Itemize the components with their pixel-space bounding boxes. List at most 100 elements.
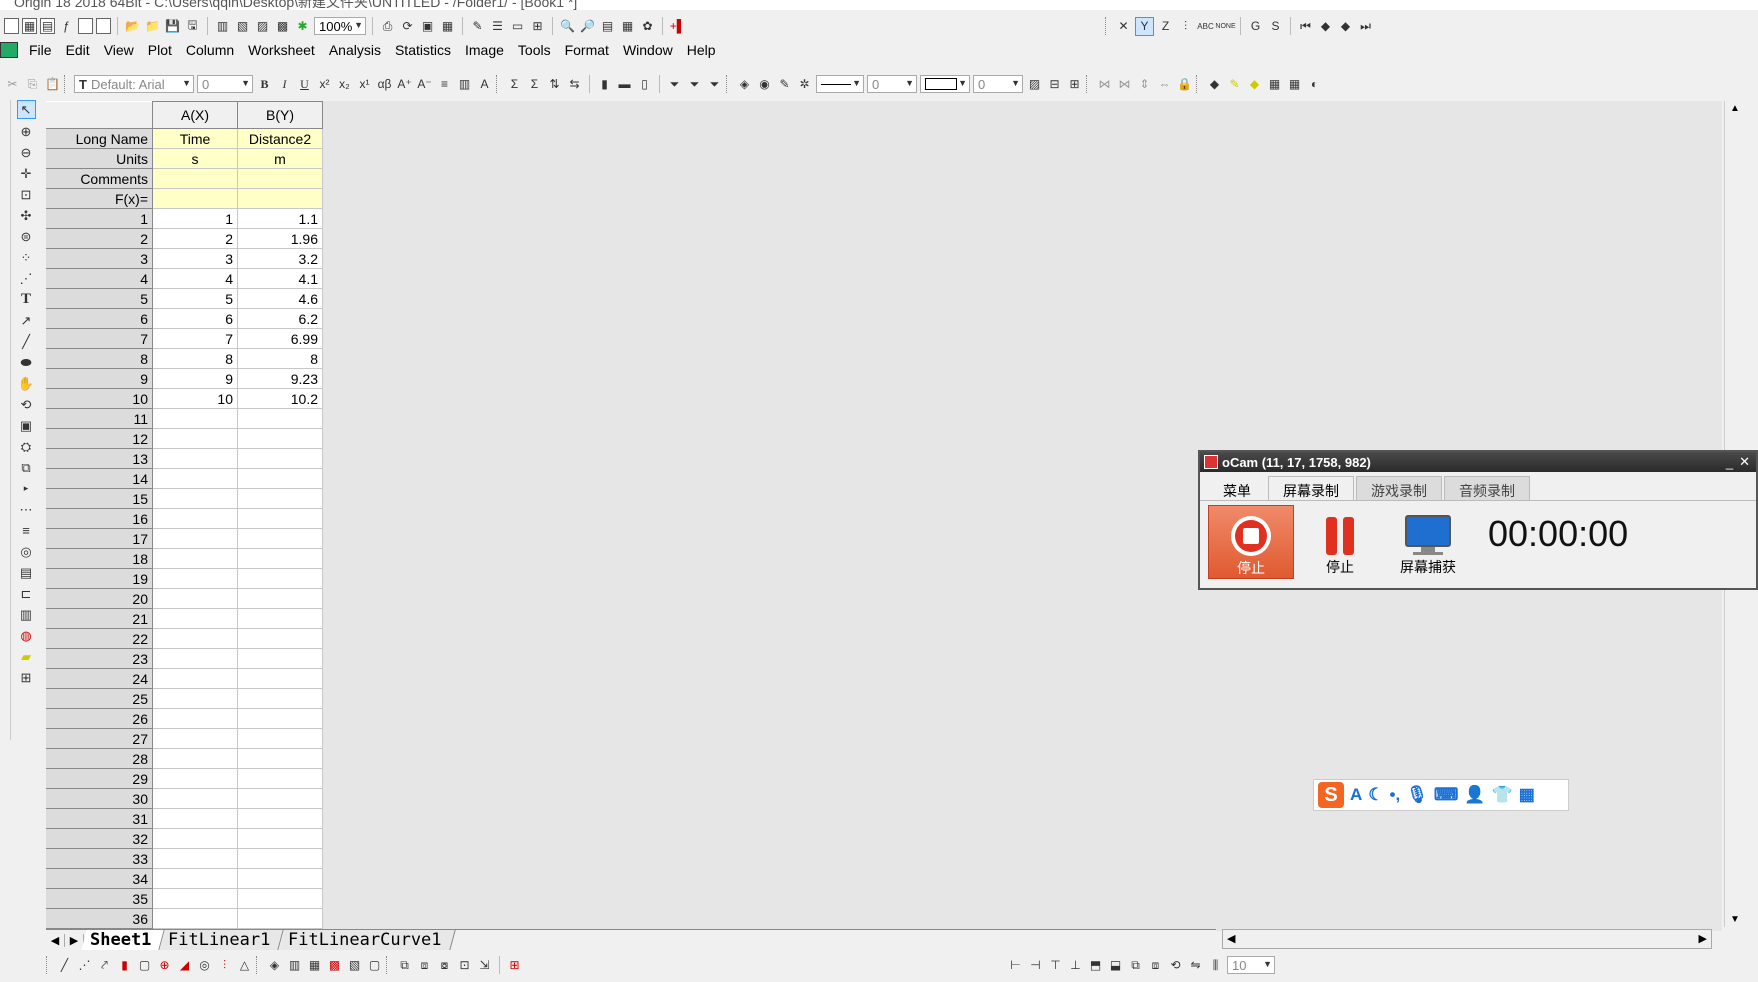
row-header[interactable]: 1 xyxy=(46,208,153,229)
cell-b[interactable] xyxy=(237,668,323,689)
cell-a[interactable]: 7 xyxy=(152,328,238,349)
cell-a[interactable] xyxy=(152,688,238,709)
user-icon[interactable]: 👤 xyxy=(1464,785,1485,805)
row-header[interactable]: 11 xyxy=(46,408,153,429)
keyboard-icon[interactable]: ⌨ xyxy=(1434,785,1459,805)
table-tool-icon[interactable]: ⊞ xyxy=(18,669,35,686)
polar-plot-icon[interactable]: ◎ xyxy=(196,957,213,974)
decrease-font-icon[interactable]: A⁻ xyxy=(416,76,433,93)
scroll-right-icon[interactable]: ▶ xyxy=(1699,932,1707,945)
align-left-icon[interactable]: ≡ xyxy=(436,76,453,93)
superscript-icon[interactable]: x² xyxy=(316,76,333,93)
horizontal-scrollbar[interactable]: ◀ ▶ xyxy=(1222,929,1712,949)
cell-a[interactable] xyxy=(152,868,238,889)
area-plot-icon[interactable]: ◢ xyxy=(176,957,193,974)
wrap-icon[interactable]: ⇕ xyxy=(1136,76,1153,93)
statistics-icon[interactable]: Σ xyxy=(526,76,543,93)
tab-fitlinearcurve1[interactable]: FitLinearCurve1 xyxy=(279,930,455,950)
row-header[interactable]: 23 xyxy=(46,648,153,669)
line-style-combo[interactable]: ▼ xyxy=(816,75,864,93)
cell-a[interactable] xyxy=(152,488,238,509)
chart-tool-icon[interactable]: ▥ xyxy=(18,606,35,623)
data-reader-icon[interactable]: ⊡ xyxy=(18,186,35,203)
cell-b[interactable] xyxy=(237,408,323,429)
cell-a[interactable]: 5 xyxy=(152,288,238,309)
scale-in-icon[interactable]: ⊜ xyxy=(18,228,35,245)
cell-a[interactable] xyxy=(152,408,238,429)
cell-b[interactable] xyxy=(237,728,323,749)
merge-icon[interactable]: ⋈ xyxy=(1096,76,1113,93)
column-header-a[interactable]: A(X) xyxy=(152,101,238,129)
extract-icon[interactable]: ⧇ xyxy=(436,957,453,974)
tag-icon[interactable]: ◆ xyxy=(1206,76,1223,93)
sort-icon[interactable]: ⇅ xyxy=(546,76,563,93)
cell-b[interactable] xyxy=(237,448,323,469)
menu-plot[interactable]: Plot xyxy=(141,39,179,61)
skin-icon[interactable]: 👕 xyxy=(1492,785,1513,805)
label-cell[interactable]: s xyxy=(152,148,238,169)
align-bottom-obj-icon[interactable]: ⊥ xyxy=(1067,957,1084,974)
align-left-obj-icon[interactable]: ⊢ xyxy=(1007,957,1024,974)
last-column-icon[interactable]: ⏭ xyxy=(1357,18,1374,35)
ocam-tab-menu[interactable]: 菜单 xyxy=(1208,476,1266,500)
label-row-header[interactable]: F(x)= xyxy=(46,188,153,209)
refresh-icon[interactable]: ⟳ xyxy=(399,18,416,35)
row-header[interactable]: 25 xyxy=(46,688,153,709)
notes-icon[interactable]: ▤ xyxy=(599,18,616,35)
fill-range-icon[interactable]: ◆ xyxy=(1246,76,1263,93)
cell-b[interactable]: 3.2 xyxy=(237,248,323,269)
pan-tool-icon[interactable]: ✋ xyxy=(18,375,35,392)
ocam-capture-button[interactable]: 屏幕捕获 xyxy=(1386,505,1470,577)
menu-file[interactable]: File xyxy=(22,39,59,61)
new-function-icon[interactable]: ƒ xyxy=(58,18,75,35)
box-plot-icon[interactable]: ▢ xyxy=(136,957,153,974)
cell-a[interactable] xyxy=(152,668,238,689)
slide-show-icon[interactable]: ▦ xyxy=(439,18,456,35)
bold-button[interactable]: B xyxy=(256,76,273,93)
row-header[interactable]: 19 xyxy=(46,568,153,589)
cell-b[interactable] xyxy=(237,888,323,909)
histogram-icon[interactable]: ▯ xyxy=(636,76,653,93)
heatmap-icon[interactable]: ▩ xyxy=(326,957,343,974)
cell-b[interactable]: 6.99 xyxy=(237,328,323,349)
mask-icon[interactable]: ▦ xyxy=(1266,76,1283,93)
more-tools-icon[interactable]: ▸ xyxy=(18,480,35,497)
cell-b[interactable] xyxy=(237,428,323,449)
menu-format[interactable]: Format xyxy=(558,39,616,61)
row-header[interactable]: 24 xyxy=(46,668,153,689)
set-y-button[interactable]: Y xyxy=(1135,16,1154,36)
filter-options-icon[interactable]: ⏷ xyxy=(706,76,723,93)
folder-tool-icon[interactable]: ▰ xyxy=(18,648,35,665)
back-icon[interactable]: ⬓ xyxy=(1107,957,1124,974)
layer-icon[interactable]: ⧉ xyxy=(396,957,413,974)
column-plot-icon[interactable]: ▮ xyxy=(116,957,133,974)
new-graph-icon[interactable]: ▤ xyxy=(40,18,55,34)
cell-a[interactable] xyxy=(152,428,238,449)
cell-a[interactable] xyxy=(152,468,238,489)
row-header[interactable]: 14 xyxy=(46,468,153,489)
font-combo[interactable]: T Default: Arial ▼ xyxy=(74,75,194,93)
cell-a[interactable] xyxy=(152,768,238,789)
lock-icon[interactable]: 🔒 xyxy=(1176,76,1193,93)
tab-sheet1[interactable]: Sheet1 xyxy=(81,930,166,950)
distribute-icon[interactable]: ⫼ xyxy=(1207,957,1224,974)
cell-b[interactable] xyxy=(237,868,323,889)
set-none-icon[interactable]: NONE xyxy=(1215,18,1235,35)
align-top-obj-icon[interactable]: ⊤ xyxy=(1047,957,1064,974)
flip-obj-icon[interactable]: ⇋ xyxy=(1187,957,1204,974)
subscript-icon[interactable]: x₂ xyxy=(336,76,353,93)
lines-tool-icon[interactable]: ≡ xyxy=(18,522,35,539)
dotted-tool-icon[interactable]: ⋯ xyxy=(18,501,35,518)
align-right-obj-icon[interactable]: ⊣ xyxy=(1027,957,1044,974)
duplicate-icon[interactable]: ▣ xyxy=(419,18,436,35)
circle-tool-icon[interactable]: ◎ xyxy=(18,543,35,560)
row-header[interactable]: 36 xyxy=(46,908,153,929)
label-cell[interactable]: Distance2 xyxy=(237,128,323,149)
add-column-icon[interactable]: +▌ xyxy=(669,18,686,35)
menu-column[interactable]: Column xyxy=(179,39,241,61)
row-header[interactable]: 21 xyxy=(46,608,153,629)
label-cell[interactable] xyxy=(152,168,238,189)
sum-icon[interactable]: Σ xyxy=(506,76,523,93)
cell-b[interactable] xyxy=(237,628,323,649)
clear-filter-icon[interactable]: ⏷ xyxy=(686,76,703,93)
